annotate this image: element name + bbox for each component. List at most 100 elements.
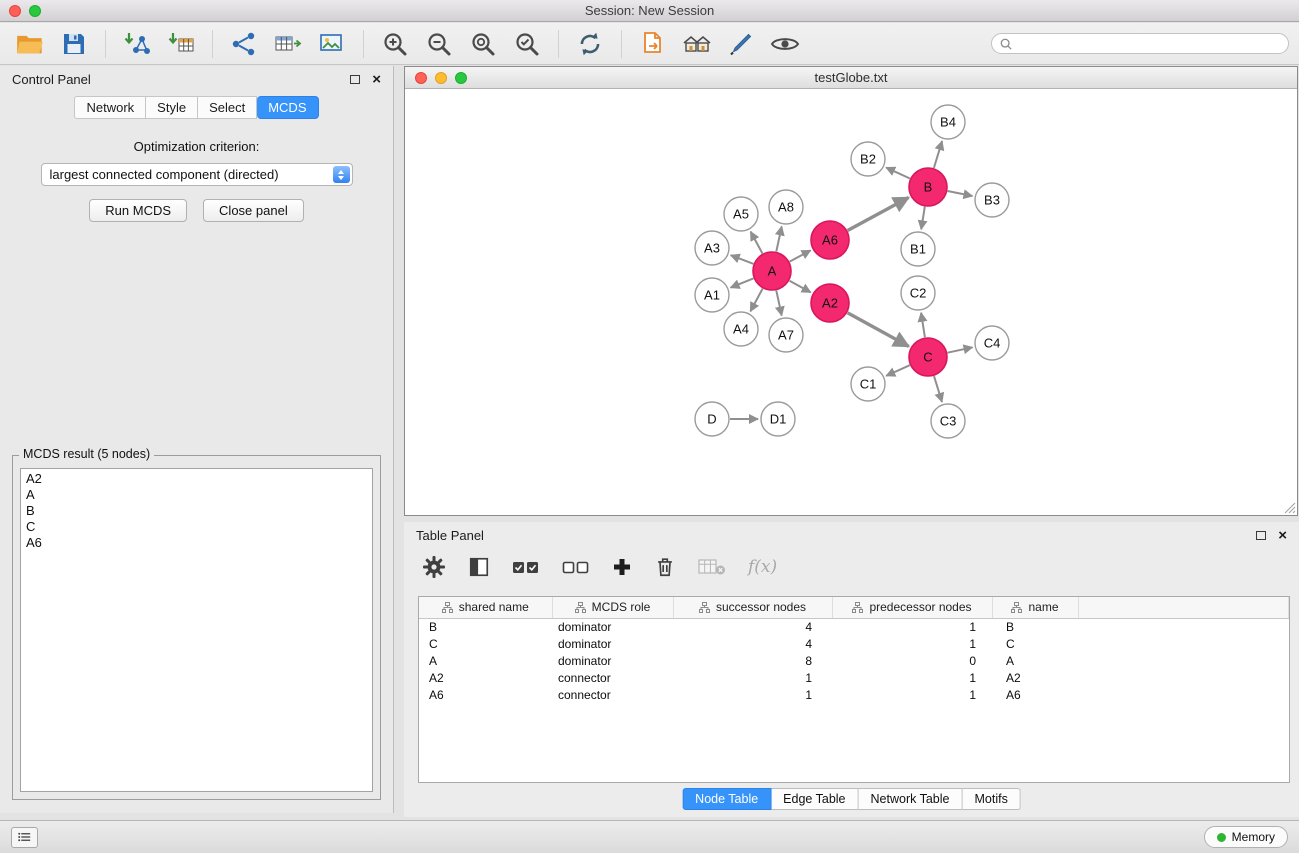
- table-cell[interactable]: dominator: [552, 635, 673, 652]
- zoom-in-button[interactable]: [375, 26, 415, 62]
- resize-grip-icon[interactable]: [1284, 502, 1296, 514]
- graph-edge-A-A6[interactable]: [790, 250, 811, 261]
- graph-node-C1[interactable]: C1: [851, 367, 885, 401]
- optimization-criterion-select[interactable]: largest connected component (directed): [41, 163, 353, 186]
- save-session-button[interactable]: [54, 26, 94, 62]
- graph-edge-B-B1[interactable]: [921, 207, 925, 230]
- table-cell[interactable]: 4: [673, 618, 832, 635]
- network-close-button[interactable]: [415, 72, 427, 84]
- graph-edge-A2-C[interactable]: [848, 313, 909, 347]
- graph-edge-A-A8[interactable]: [776, 227, 781, 252]
- table-cell[interactable]: B: [992, 618, 1078, 635]
- network-canvas[interactable]: AA1A2A3A4A5A6A7A8BB1B2B3B4CC1C2C3C4DD1: [405, 89, 1297, 515]
- graph-node-C3[interactable]: C3: [931, 404, 965, 438]
- deselect-all-button[interactable]: [562, 559, 590, 575]
- tab-style[interactable]: Style: [146, 96, 198, 119]
- table-cell[interactable]: C: [419, 635, 552, 652]
- export-image-button[interactable]: [312, 26, 352, 62]
- table-row[interactable]: Cdominator41C: [419, 635, 1289, 652]
- table-cell[interactable]: 1: [832, 669, 992, 686]
- close-panel-button[interactable]: Close panel: [203, 199, 304, 222]
- tab-motifs[interactable]: Motifs: [962, 788, 1020, 810]
- float-panel-icon[interactable]: [1256, 531, 1266, 540]
- run-mcds-button[interactable]: Run MCDS: [89, 199, 187, 222]
- zoom-selected-button[interactable]: [507, 26, 547, 62]
- column-header-predecessor-nodes[interactable]: predecessor nodes: [832, 597, 992, 618]
- table-mode-button[interactable]: [422, 555, 446, 579]
- graph-node-B2[interactable]: B2: [851, 142, 885, 176]
- column-header-shared-name[interactable]: shared name: [419, 597, 552, 618]
- graph-node-B4[interactable]: B4: [931, 105, 965, 139]
- delete-columns-button[interactable]: [654, 555, 676, 579]
- graph-node-A4[interactable]: A4: [724, 312, 758, 346]
- table-cell[interactable]: connector: [552, 686, 673, 703]
- export-table-button[interactable]: [268, 26, 308, 62]
- table-cell[interactable]: 1: [673, 669, 832, 686]
- graph-edge-A6-B[interactable]: [848, 198, 909, 231]
- network-window-titlebar[interactable]: testGlobe.txt: [405, 67, 1297, 89]
- table-cell[interactable]: A6: [992, 686, 1078, 703]
- column-header-mcds-role[interactable]: MCDS role: [552, 597, 673, 618]
- graph-node-A8[interactable]: A8: [769, 190, 803, 224]
- table-cell[interactable]: A2: [992, 669, 1078, 686]
- apply-layout-button[interactable]: [570, 26, 610, 62]
- graph-node-B[interactable]: B: [909, 168, 947, 206]
- close-panel-icon[interactable]: ×: [372, 72, 381, 87]
- search-input[interactable]: [1017, 36, 1280, 52]
- graph-edge-C-C1[interactable]: [886, 365, 910, 376]
- graph-edge-A-A3[interactable]: [731, 255, 754, 264]
- graph-edge-A-A1[interactable]: [731, 278, 754, 287]
- column-header-name[interactable]: name: [992, 597, 1078, 618]
- float-panel-icon[interactable]: [350, 75, 360, 84]
- annotation-button[interactable]: [721, 26, 761, 62]
- table-cell[interactable]: C: [992, 635, 1078, 652]
- network-minimize-button[interactable]: [435, 72, 447, 84]
- graph-node-B1[interactable]: B1: [901, 232, 935, 266]
- table-cell[interactable]: dominator: [552, 652, 673, 669]
- graph-edge-B-B3[interactable]: [948, 191, 973, 196]
- table-cell[interactable]: 8: [673, 652, 832, 669]
- zoom-out-button[interactable]: [419, 26, 459, 62]
- graph-node-C4[interactable]: C4: [975, 326, 1009, 360]
- memory-button[interactable]: Memory: [1204, 826, 1288, 848]
- table-cell[interactable]: connector: [552, 669, 673, 686]
- close-panel-icon[interactable]: ×: [1278, 528, 1287, 543]
- graph-node-D[interactable]: D: [695, 402, 729, 436]
- graph-node-A[interactable]: A: [753, 252, 791, 290]
- table-cell[interactable]: 4: [673, 635, 832, 652]
- tab-network-table[interactable]: Network Table: [859, 788, 963, 810]
- search-field[interactable]: [991, 33, 1289, 54]
- table-cell[interactable]: 1: [832, 618, 992, 635]
- tab-network[interactable]: Network: [74, 96, 146, 119]
- table-cell[interactable]: 0: [832, 652, 992, 669]
- graph-edge-A-A7[interactable]: [776, 291, 781, 316]
- tab-edge-table[interactable]: Edge Table: [771, 788, 858, 810]
- graph-node-A7[interactable]: A7: [769, 318, 803, 352]
- table-cell[interactable]: A: [992, 652, 1078, 669]
- table-row[interactable]: Adominator80A: [419, 652, 1289, 669]
- graph-node-D1[interactable]: D1: [761, 402, 795, 436]
- graph-edge-B-B2[interactable]: [886, 168, 910, 179]
- graph-node-A3[interactable]: A3: [695, 231, 729, 265]
- task-history-button[interactable]: [11, 827, 38, 848]
- table-cell[interactable]: A: [419, 652, 552, 669]
- graph-node-C[interactable]: C: [909, 338, 947, 376]
- open-session-button[interactable]: [10, 26, 50, 62]
- delete-table-button[interactable]: [698, 558, 726, 576]
- graph-edge-C-C4[interactable]: [948, 347, 973, 352]
- mcds-result-list[interactable]: A2ABCA6: [20, 468, 373, 792]
- graph-node-A1[interactable]: A1: [695, 278, 729, 312]
- graph-edge-B-B4[interactable]: [934, 141, 942, 168]
- table-cell[interactable]: A6: [419, 686, 552, 703]
- function-builder-button[interactable]: f(x): [748, 557, 777, 577]
- graph-node-A6[interactable]: A6: [811, 221, 849, 259]
- import-table-button[interactable]: [161, 26, 201, 62]
- table-cell[interactable]: 1: [832, 635, 992, 652]
- table-row[interactable]: A2connector11A2: [419, 669, 1289, 686]
- table-cell[interactable]: 1: [673, 686, 832, 703]
- table-row[interactable]: A6connector11A6: [419, 686, 1289, 703]
- graph-node-C2[interactable]: C2: [901, 276, 935, 310]
- create-column-button[interactable]: [612, 557, 632, 577]
- table-cell[interactable]: B: [419, 618, 552, 635]
- network-overview-button[interactable]: [677, 26, 717, 62]
